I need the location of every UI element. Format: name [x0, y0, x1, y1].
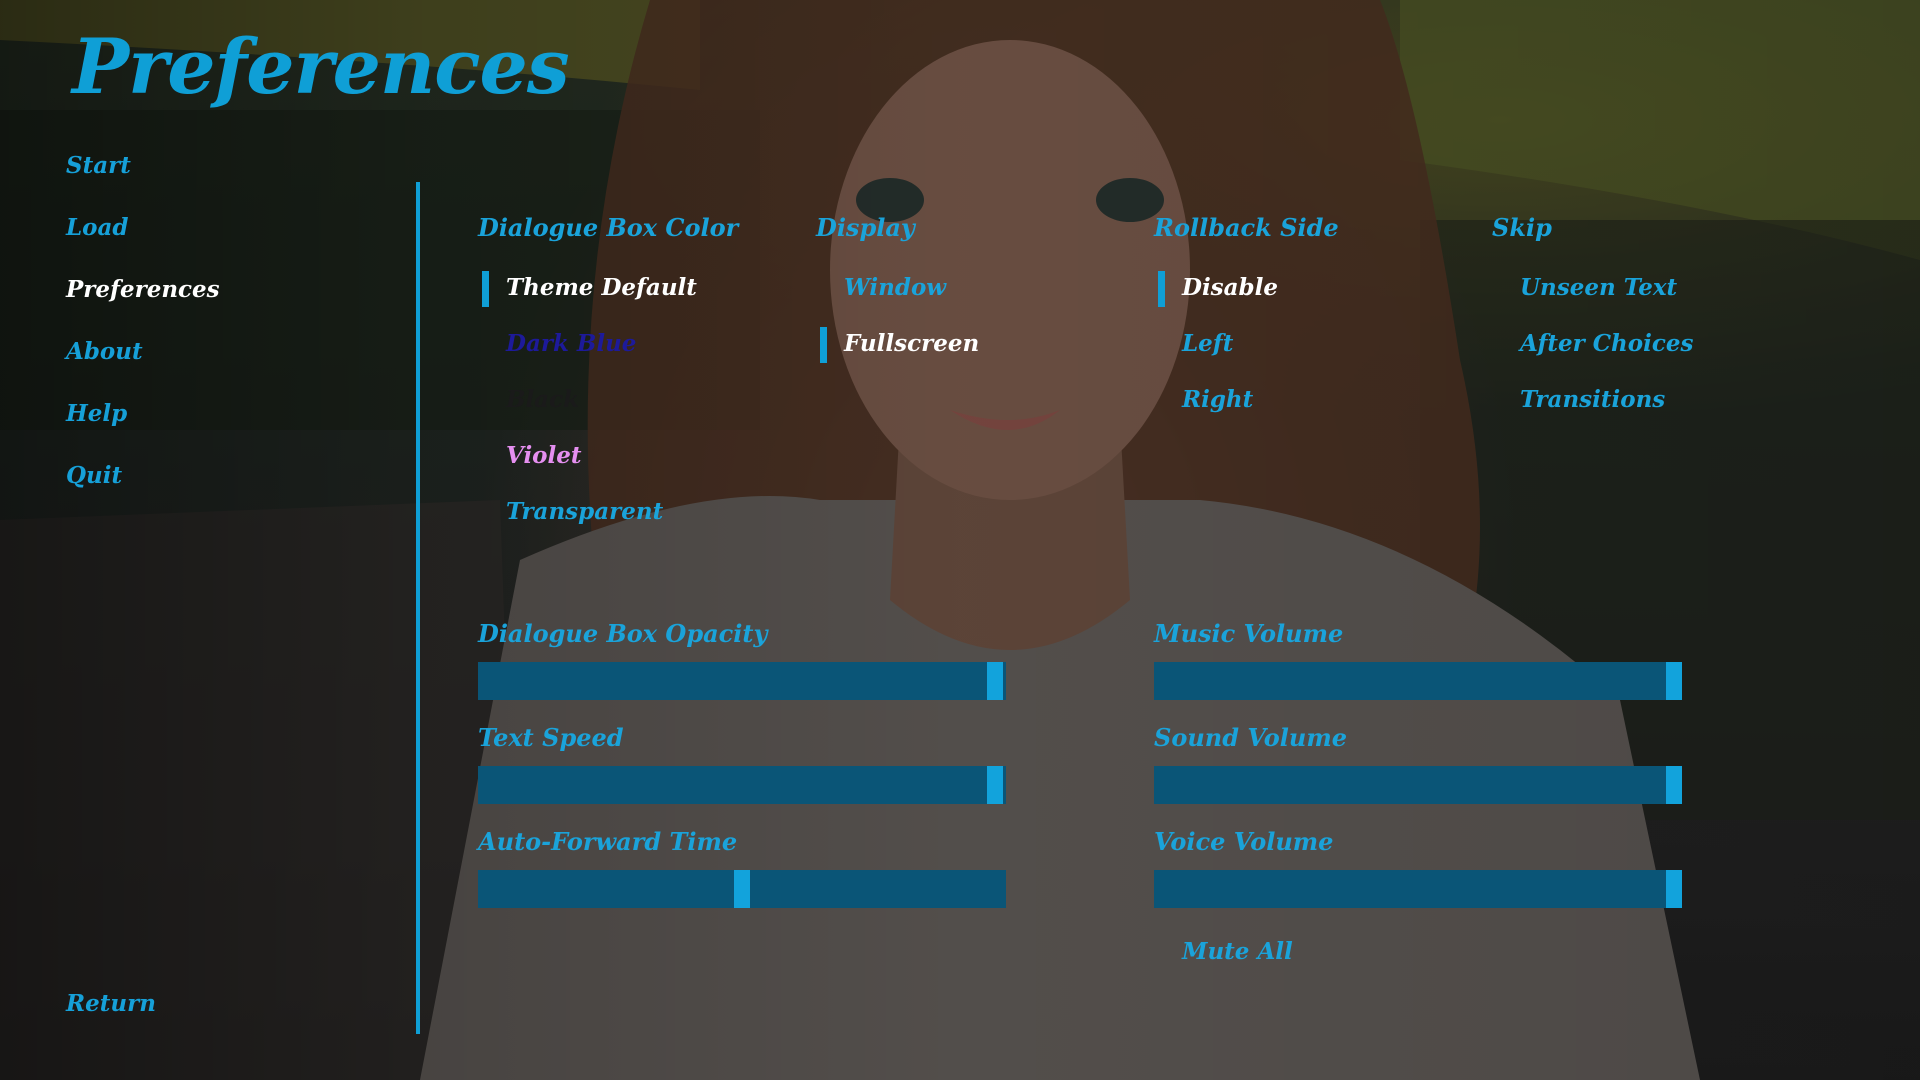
- main-menu: Start Load Preferences About Help Quit: [66, 146, 220, 518]
- nav-about-button[interactable]: About: [66, 332, 220, 394]
- option-label: Violet: [506, 442, 582, 469]
- slider-thumb[interactable]: [987, 766, 1004, 804]
- rollback-side-label: Rollback Side: [1154, 213, 1339, 242]
- display-label: Display: [816, 213, 915, 242]
- slider-thumb[interactable]: [1666, 870, 1682, 908]
- music-volume-label: Music Volume: [1154, 619, 1344, 648]
- option-label: Transparent: [506, 498, 664, 525]
- text-speed-setting: Text Speed: [478, 718, 1006, 804]
- music-volume-slider[interactable]: [1154, 662, 1682, 700]
- option-label: Window: [844, 274, 947, 301]
- option-label: Fullscreen: [844, 330, 980, 357]
- voice-volume-label: Voice Volume: [1154, 827, 1334, 856]
- option-label: Left: [1182, 330, 1234, 357]
- option-label: Unseen Text: [1520, 274, 1678, 301]
- option-label: After Choices: [1520, 330, 1694, 357]
- selected-marker: [482, 271, 489, 307]
- text-speed-label: Text Speed: [478, 723, 624, 752]
- toggle-unseen-text[interactable]: Unseen Text: [1492, 260, 1693, 316]
- skip-group: Skip Unseen Text After Choices Transitio…: [1492, 208, 1693, 428]
- auto-forward-time-slider[interactable]: [478, 870, 1006, 908]
- slider-thumb[interactable]: [1666, 662, 1682, 700]
- mute-all-button[interactable]: Mute All: [1182, 932, 1293, 972]
- return-button[interactable]: Return: [66, 984, 156, 1024]
- page-title: Preferences: [72, 22, 570, 111]
- option-right[interactable]: Right: [1154, 372, 1339, 428]
- option-fullscreen[interactable]: Fullscreen: [816, 316, 979, 372]
- auto-forward-time-setting: Auto-Forward Time: [478, 822, 1006, 908]
- menu-divider: [416, 182, 420, 1034]
- option-label: Theme Default: [506, 274, 697, 301]
- selected-marker: [1158, 271, 1165, 307]
- selected-marker: [820, 327, 827, 363]
- slider-thumb[interactable]: [734, 870, 750, 908]
- option-disable[interactable]: Disable: [1154, 260, 1339, 316]
- option-dark-blue[interactable]: Dark Blue: [478, 316, 738, 372]
- option-left[interactable]: Left: [1154, 316, 1339, 372]
- display-group: Display Window Fullscreen: [816, 208, 979, 372]
- sound-volume-setting: Sound Volume: [1154, 718, 1682, 804]
- preferences-screen: Preferences Start Load Preferences About…: [0, 0, 1920, 1080]
- music-volume-setting: Music Volume: [1154, 614, 1682, 700]
- sound-volume-label: Sound Volume: [1154, 723, 1348, 752]
- slider-thumb[interactable]: [987, 662, 1004, 700]
- dialogue-box-color-group: Dialogue Box Color Theme Default Dark Bl…: [478, 208, 738, 540]
- rollback-side-group: Rollback Side Disable Left Right: [1154, 208, 1339, 428]
- nav-preferences-button[interactable]: Preferences: [66, 270, 220, 332]
- option-label: Dark Blue: [506, 330, 637, 357]
- background-dim-overlay: [0, 0, 1920, 1080]
- skip-label: Skip: [1492, 213, 1552, 242]
- nav-help-button[interactable]: Help: [66, 394, 220, 456]
- option-label: Transitions: [1520, 386, 1666, 413]
- dialogue-box-opacity-slider[interactable]: [478, 662, 1006, 700]
- text-speed-slider[interactable]: [478, 766, 1006, 804]
- option-label: Right: [1182, 386, 1254, 413]
- option-theme-default[interactable]: Theme Default: [478, 260, 738, 316]
- nav-quit-button[interactable]: Quit: [66, 456, 220, 518]
- dialogue-box-opacity-label: Dialogue Box Opacity: [478, 619, 768, 648]
- auto-forward-time-label: Auto-Forward Time: [478, 827, 738, 856]
- option-label: Black: [506, 386, 580, 413]
- slider-thumb[interactable]: [1666, 766, 1682, 804]
- toggle-transitions[interactable]: Transitions: [1492, 372, 1693, 428]
- nav-load-button[interactable]: Load: [66, 208, 220, 270]
- sound-volume-slider[interactable]: [1154, 766, 1682, 804]
- dialogue-box-opacity-setting: Dialogue Box Opacity: [478, 614, 1006, 700]
- nav-start-button[interactable]: Start: [66, 146, 220, 208]
- option-transparent[interactable]: Transparent: [478, 484, 738, 540]
- option-black[interactable]: Black: [478, 372, 738, 428]
- voice-volume-slider[interactable]: [1154, 870, 1682, 908]
- option-window[interactable]: Window: [816, 260, 979, 316]
- option-violet[interactable]: Violet: [478, 428, 738, 484]
- dialogue-box-color-label: Dialogue Box Color: [478, 213, 739, 242]
- toggle-after-choices[interactable]: After Choices: [1492, 316, 1693, 372]
- voice-volume-setting: Voice Volume: [1154, 822, 1682, 908]
- option-label: Disable: [1182, 274, 1278, 301]
